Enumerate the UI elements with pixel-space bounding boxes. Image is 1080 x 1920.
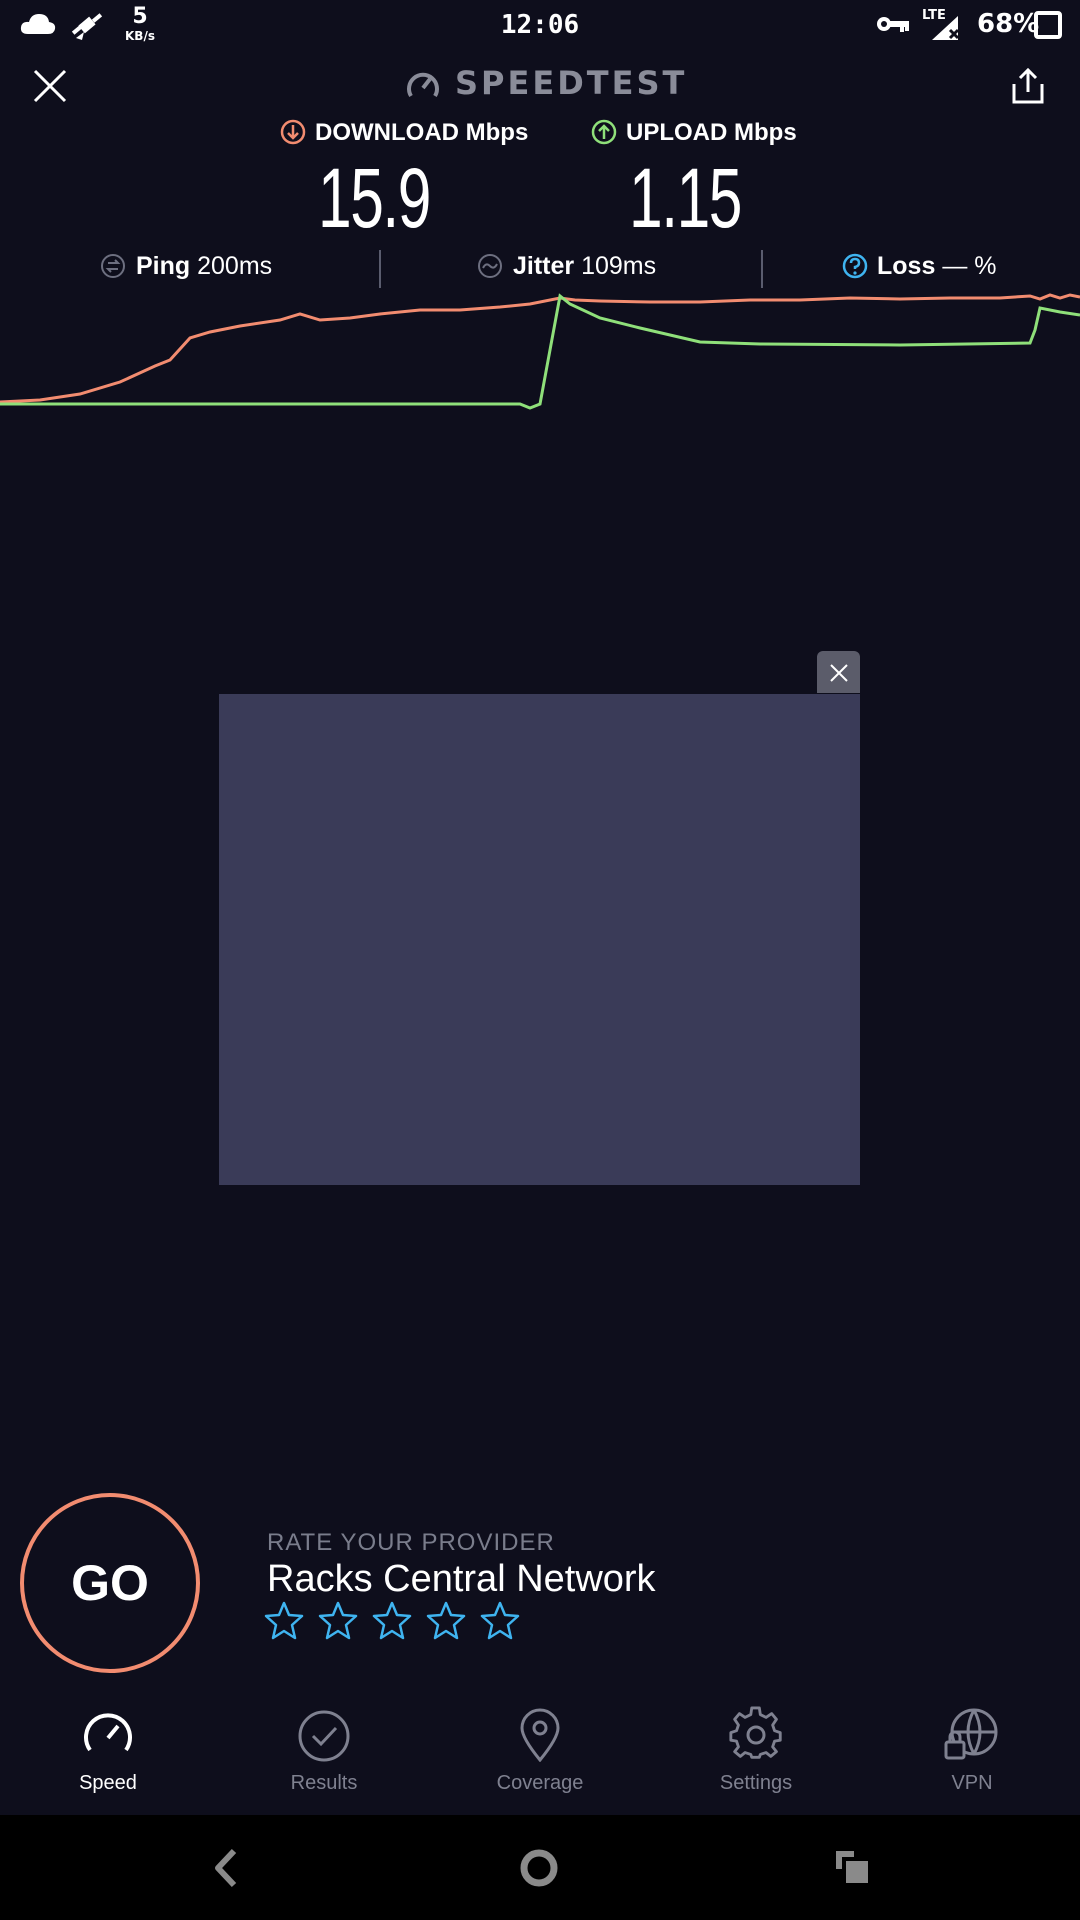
star-icon[interactable] [264,1600,304,1640]
star-icon[interactable] [372,1600,412,1640]
loss-label: Loss [877,252,936,280]
coverage-icon [520,1708,560,1763]
stat-divider [379,250,381,288]
close-icon[interactable] [32,68,68,104]
share-icon[interactable] [1010,66,1046,106]
upload-label: UPLOAD Mbps [626,119,797,146]
clock: 12:06 [500,10,580,40]
vpn-key-icon [877,17,909,32]
provider-name: Racks Central Network [267,1558,656,1600]
system-nav-bar [0,1815,1080,1920]
tab-label: Speed [79,1772,137,1794]
ad-close-button[interactable] [817,651,860,693]
loss-value: — % [942,252,997,280]
tab-coverage[interactable]: Coverage [440,1706,640,1795]
ping-icon [101,254,125,278]
close-icon [830,664,848,682]
go-button[interactable]: GO [20,1493,200,1673]
back-icon[interactable] [210,1847,242,1889]
ad-banner[interactable] [219,694,860,1185]
recents-icon[interactable] [832,1847,874,1889]
speed-graph [0,293,1080,410]
upload-icon [591,119,617,145]
jitter-label: Jitter [513,252,575,280]
net-speed-unit: KB/s [125,29,155,43]
battery-percent: 68% [977,9,1040,39]
net-speed-value: 5 [132,4,148,29]
jitter-value: 109ms [581,252,657,280]
tab-label: Coverage [496,1772,584,1794]
loss-help-icon[interactable] [842,253,868,279]
results-icon [298,1710,350,1762]
rating-stars [264,1600,520,1640]
download-icon [280,119,306,145]
home-icon[interactable] [518,1847,560,1889]
speedtest-logo-icon [407,72,439,98]
tab-label: VPN [951,1772,993,1794]
ping-stat: Ping 200ms [136,252,272,281]
jitter-stat: Jitter 109ms [513,252,656,281]
ping-label: Ping [136,252,191,280]
tab-label: Settings [719,1772,793,1794]
upload-value: 1.15 [629,151,742,245]
ping-value: 200ms [197,252,273,280]
tab-speed[interactable]: Speed [8,1706,208,1795]
stat-divider [761,250,763,288]
status-bar: 5 KB/s 12:06 LTE 68% [0,0,1080,50]
cloud-icon [20,14,56,34]
vpn-icon [944,1708,998,1760]
star-icon[interactable] [480,1600,520,1640]
tab-vpn[interactable]: VPN [872,1706,1072,1795]
battery-icon [1034,11,1062,39]
star-icon[interactable] [318,1600,358,1640]
settings-icon [729,1706,782,1759]
tab-label: Results [290,1772,358,1794]
jitter-icon [478,254,502,278]
download-curve [0,293,1080,404]
tab-settings[interactable]: Settings [656,1706,856,1795]
upload-curve [0,293,1080,410]
download-label: DOWNLOAD Mbps [315,119,529,146]
loss-stat: Loss — % [877,252,997,281]
signal-icon [932,16,960,40]
rate-provider-label: RATE YOUR PROVIDER [267,1529,555,1556]
satellite-icon [71,13,103,40]
app-title: SPEEDTEST [455,64,688,102]
star-icon[interactable] [426,1600,466,1640]
tab-results[interactable]: Results [224,1706,424,1795]
speed-icon [84,1713,132,1752]
download-value: 15.9 [318,151,431,245]
